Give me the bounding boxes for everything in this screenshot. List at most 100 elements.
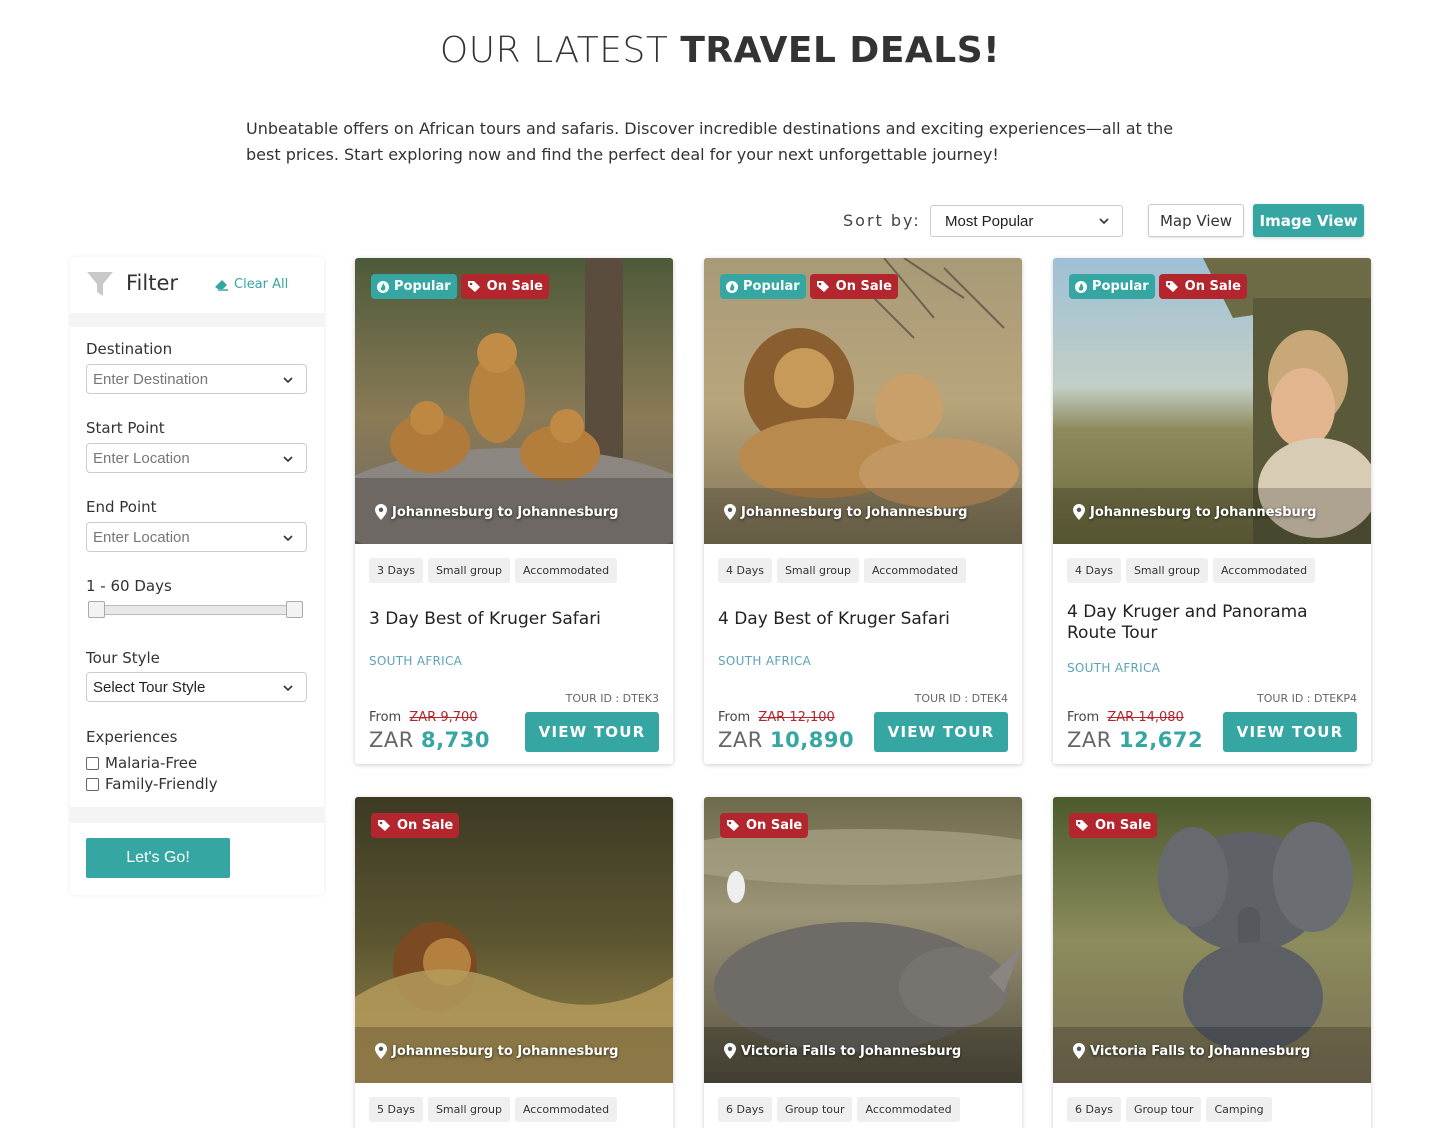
map-pin-icon — [724, 1043, 736, 1059]
popular-badge: Popular — [1069, 274, 1155, 299]
tour-photo[interactable]: Popular On Sale Johannesburg to Johannes… — [1053, 258, 1371, 544]
destination-placeholder: Enter Destination — [93, 371, 209, 388]
tour-id: TOUR ID : DTEKP4 — [1257, 692, 1357, 705]
tour-style-select[interactable]: Select Tour Style — [86, 672, 307, 702]
popular-badge: Popular — [371, 274, 457, 299]
tour-tags: 4 Days Small group Accommodated — [718, 558, 967, 583]
lets-go-button[interactable]: Let's Go! — [86, 838, 230, 878]
tour-card[interactable]: On Sale Victoria Falls to Johannesburg 6… — [1053, 797, 1371, 1128]
duration-tag: 5 Days — [369, 1097, 423, 1122]
price-currency: ZAR — [718, 728, 763, 752]
image-view-button[interactable]: Image View — [1253, 204, 1364, 237]
checkbox-box[interactable] — [86, 756, 99, 770]
tag-icon — [816, 281, 829, 292]
days-slider-max-handle[interactable] — [286, 601, 303, 618]
view-tour-button[interactable]: VIEW TOUR — [874, 712, 1008, 752]
days-slider-track[interactable] — [92, 605, 300, 615]
clear-all-button[interactable]: Clear All — [214, 277, 288, 292]
price-currency: ZAR — [369, 728, 414, 752]
badge-group: On Sale — [371, 813, 460, 838]
checkbox-label: Malaria-Free — [105, 754, 198, 772]
popular-badge-label: Popular — [743, 279, 800, 294]
intro-text: Unbeatable offers on African tours and s… — [246, 119, 1174, 164]
lion-cubs-photo — [355, 258, 673, 544]
tour-name[interactable]: 4 Day Kruger and Panorama Route Tour — [1067, 602, 1357, 644]
checkbox-label: Family-Friendly — [105, 775, 218, 793]
tour-card[interactable]: Popular On Sale Johannesburg to Johannes… — [355, 258, 673, 764]
group-size-tag: Group tour — [776, 1097, 853, 1122]
tour-tags: 3 Days Small group Accommodated — [369, 558, 618, 583]
accommodation-tag: Accommodated — [863, 558, 967, 583]
start-point-select[interactable]: Enter Location — [86, 443, 307, 473]
duration-tag: 4 Days — [1067, 558, 1121, 583]
badge-group: Popular On Sale — [1069, 274, 1247, 299]
rhino-photo — [704, 797, 1022, 1083]
on-sale-badge: On Sale — [371, 813, 460, 838]
tour-photo[interactable]: On Sale Johannesburg to Johannesburg — [355, 797, 673, 1083]
from-price-line: From ZAR 12,100 — [718, 710, 835, 725]
price-amount: 10,890 — [770, 728, 855, 752]
tour-card[interactable]: Popular On Sale Johannesburg to Johannes… — [1053, 258, 1371, 764]
tour-photo[interactable]: Popular On Sale Johannesburg to Johannes… — [704, 258, 1022, 544]
map-view-button[interactable]: Map View — [1148, 204, 1244, 237]
malaria-free-checkbox[interactable]: Malaria-Free — [86, 754, 197, 772]
tour-country: SOUTH AFRICA — [1067, 661, 1161, 675]
tour-route-label: Victoria Falls to Johannesburg — [741, 1043, 962, 1059]
price-amount: 12,672 — [1119, 728, 1204, 752]
tour-photo[interactable]: On Sale Victoria Falls to Johannesburg — [1053, 797, 1371, 1083]
chevron-down-icon — [1099, 218, 1109, 225]
family-friendly-checkbox[interactable]: Family-Friendly — [86, 775, 218, 793]
accommodation-tag: Accommodated — [514, 1097, 618, 1122]
popular-badge: Popular — [720, 274, 806, 299]
tour-route: Victoria Falls to Johannesburg — [724, 1043, 961, 1059]
elephant-photo — [1053, 797, 1371, 1083]
clear-all-label: Clear All — [234, 277, 289, 292]
from-price-line: From ZAR 9,700 — [369, 710, 478, 725]
checkbox-box[interactable] — [86, 777, 99, 791]
view-tour-button[interactable]: VIEW TOUR — [1223, 712, 1357, 752]
end-point-label: End Point — [86, 498, 157, 516]
chevron-down-icon — [283, 535, 293, 542]
on-sale-badge-label: On Sale — [746, 818, 803, 833]
tour-route-label: Johannesburg to Johannesburg — [741, 504, 968, 520]
on-sale-badge-label: On Sale — [835, 279, 892, 294]
tour-route: Johannesburg to Johannesburg — [724, 504, 967, 520]
tour-photo[interactable]: On Sale Victoria Falls to Johannesburg — [704, 797, 1022, 1083]
group-size-tag: Small group — [1125, 558, 1208, 583]
tour-card[interactable]: Popular On Sale Johannesburg to Johannes… — [704, 258, 1022, 764]
start-point-placeholder: Enter Location — [93, 450, 190, 467]
funnel-icon — [87, 272, 113, 296]
tour-name[interactable]: 4 Day Best of Kruger Safari — [718, 609, 1008, 630]
tour-id: TOUR ID : DTEK4 — [914, 692, 1008, 705]
page-title-light: OUR LATEST — [439, 30, 669, 71]
chevron-down-icon — [283, 685, 293, 692]
sale-price: ZAR 8,730 — [369, 728, 490, 752]
map-pin-icon — [375, 1043, 387, 1059]
tour-card[interactable]: On Sale Johannesburg to Johannesburg 5 D… — [355, 797, 673, 1128]
duration-tag: 4 Days — [718, 558, 772, 583]
tour-country: SOUTH AFRICA — [369, 654, 463, 668]
sort-select-value: Most Popular — [945, 213, 1034, 230]
tour-route-label: Johannesburg to Johannesburg — [392, 504, 619, 520]
destination-select[interactable]: Enter Destination — [86, 364, 307, 394]
sort-label: Sort by: — [843, 211, 921, 230]
sort-select[interactable]: Most Popular — [930, 205, 1123, 237]
start-point-label: Start Point — [86, 419, 165, 437]
from-label: From — [369, 710, 402, 725]
on-sale-badge-label: On Sale — [486, 279, 543, 294]
group-size-tag: Small group — [776, 558, 859, 583]
filter-header: Filter Clear All — [70, 257, 324, 313]
tour-photo[interactable]: Popular On Sale Johannesburg to Johannes… — [355, 258, 673, 544]
end-point-select[interactable]: Enter Location — [86, 522, 307, 552]
map-pin-icon — [1073, 1043, 1085, 1059]
tour-name[interactable]: 3 Day Best of Kruger Safari — [369, 609, 659, 630]
fire-icon — [377, 280, 389, 293]
view-tour-button[interactable]: VIEW TOUR — [525, 712, 659, 752]
tour-route: Victoria Falls to Johannesburg — [1073, 1043, 1310, 1059]
popular-badge-label: Popular — [394, 279, 451, 294]
tour-card[interactable]: On Sale Victoria Falls to Johannesburg 6… — [704, 797, 1022, 1128]
tour-style-value: Select Tour Style — [93, 679, 206, 696]
days-slider-min-handle[interactable] — [88, 601, 105, 618]
accommodation-tag: Accommodated — [514, 558, 618, 583]
on-sale-badge: On Sale — [809, 274, 898, 299]
